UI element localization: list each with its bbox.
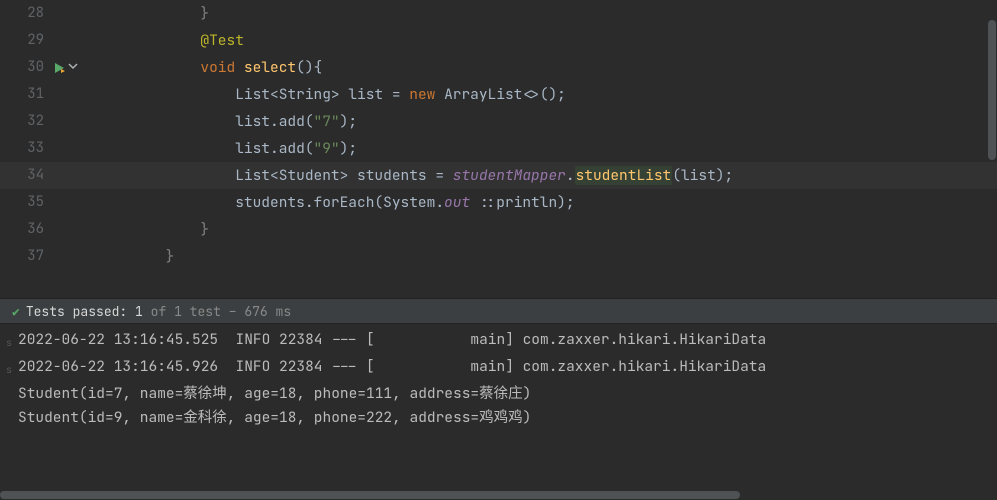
horizontal-scroll-thumb[interactable] (0, 491, 740, 499)
check-icon: ✔ (12, 303, 20, 320)
line-number: 33 (0, 135, 50, 162)
code-text[interactable]: } (92, 243, 997, 270)
code-line[interactable]: 32 list.add("7"); (0, 108, 997, 135)
line-number: 32 (0, 108, 50, 135)
code-line[interactable]: 29 @Test (0, 27, 997, 54)
called-method: studentList (575, 166, 673, 185)
annotation: @Test (200, 31, 244, 50)
line-number: 29 (0, 27, 50, 54)
separator: – (221, 303, 244, 320)
code-text[interactable]: void select(){ (92, 54, 997, 81)
horizontal-scrollbar[interactable] (0, 490, 997, 500)
code-line[interactable]: 28 } (0, 0, 997, 27)
code-line[interactable]: 31 List<String> list = new ArrayList<>()… (0, 81, 997, 108)
gutter-icons[interactable] (50, 54, 92, 81)
method-name: select (244, 58, 296, 77)
tests-passed-label: Tests passed: (26, 303, 127, 320)
line-number: 30 (0, 54, 50, 81)
vertical-scroll-thumb[interactable] (988, 20, 996, 160)
console-text: 2022-06-22 13:16:45.926 INFO 22384 --- [… (18, 355, 766, 382)
code-text[interactable]: list.add("7"); (92, 108, 997, 135)
field-ref: studentMapper (453, 166, 566, 185)
line-number: 35 (0, 189, 50, 216)
code-line[interactable]: 37 } (0, 243, 997, 270)
code-text[interactable]: List<Student> students = studentMapper.s… (92, 162, 997, 189)
code-line[interactable]: 36 } (0, 216, 997, 243)
line-number: 31 (0, 81, 50, 108)
code-area[interactable]: 28 } 29 @Test 30 (0, 0, 997, 298)
line-number: 36 (0, 216, 50, 243)
line-number: 28 (0, 0, 50, 27)
code-text[interactable]: } (92, 0, 997, 27)
console-line: Student(id=9, name=金科徐, age=18, phone=22… (0, 406, 997, 430)
console-line: s 2022-06-22 13:16:45.525 INFO 22384 ---… (0, 328, 997, 355)
tests-passed-count: 1 (127, 303, 143, 320)
code-text[interactable]: @Test (92, 27, 997, 54)
run-test-icon[interactable] (52, 61, 66, 75)
test-duration: 676 ms (244, 303, 291, 320)
line-tag (0, 406, 18, 430)
line-number: 37 (0, 243, 50, 270)
code-line[interactable]: 35 students.forEach(System.out ::println… (0, 189, 997, 216)
line-tag (0, 382, 18, 406)
code-editor: 28 } 29 @Test 30 (0, 0, 997, 430)
console-text: 2022-06-22 13:16:45.525 INFO 22384 --- [… (18, 328, 766, 355)
code-text[interactable]: list.add("9"); (92, 135, 997, 162)
code-line-current[interactable]: 34 List<Student> students = studentMappe… (0, 162, 997, 189)
vertical-scrollbar[interactable] (987, 0, 997, 500)
console-line: Student(id=7, name=蔡徐坤, age=18, phone=11… (0, 382, 997, 406)
code-line[interactable]: 33 list.add("9"); (0, 135, 997, 162)
code-text[interactable]: } (92, 216, 997, 243)
console-text: Student(id=9, name=金科徐, age=18, phone=22… (18, 406, 531, 430)
tests-total: of 1 test (143, 303, 221, 320)
test-status-bar[interactable]: ✔ Tests passed: 1 of 1 test – 676 ms (0, 298, 997, 324)
line-tag: s (0, 355, 18, 382)
fold-icon[interactable] (68, 54, 78, 81)
console-output[interactable]: s 2022-06-22 13:16:45.525 INFO 22384 ---… (0, 324, 997, 430)
line-tag: s (0, 328, 18, 355)
code-line[interactable]: 30 void select(){ (0, 54, 997, 81)
console-text: Student(id=7, name=蔡徐坤, age=18, phone=11… (18, 382, 531, 406)
console-line: s 2022-06-22 13:16:45.926 INFO 22384 ---… (0, 355, 997, 382)
editor-empty-area[interactable] (0, 270, 997, 298)
code-text[interactable]: List<String> list = new ArrayList<>(); (92, 81, 997, 108)
line-number: 34 (0, 162, 50, 189)
code-text[interactable]: students.forEach(System.out ::println); (92, 189, 997, 216)
